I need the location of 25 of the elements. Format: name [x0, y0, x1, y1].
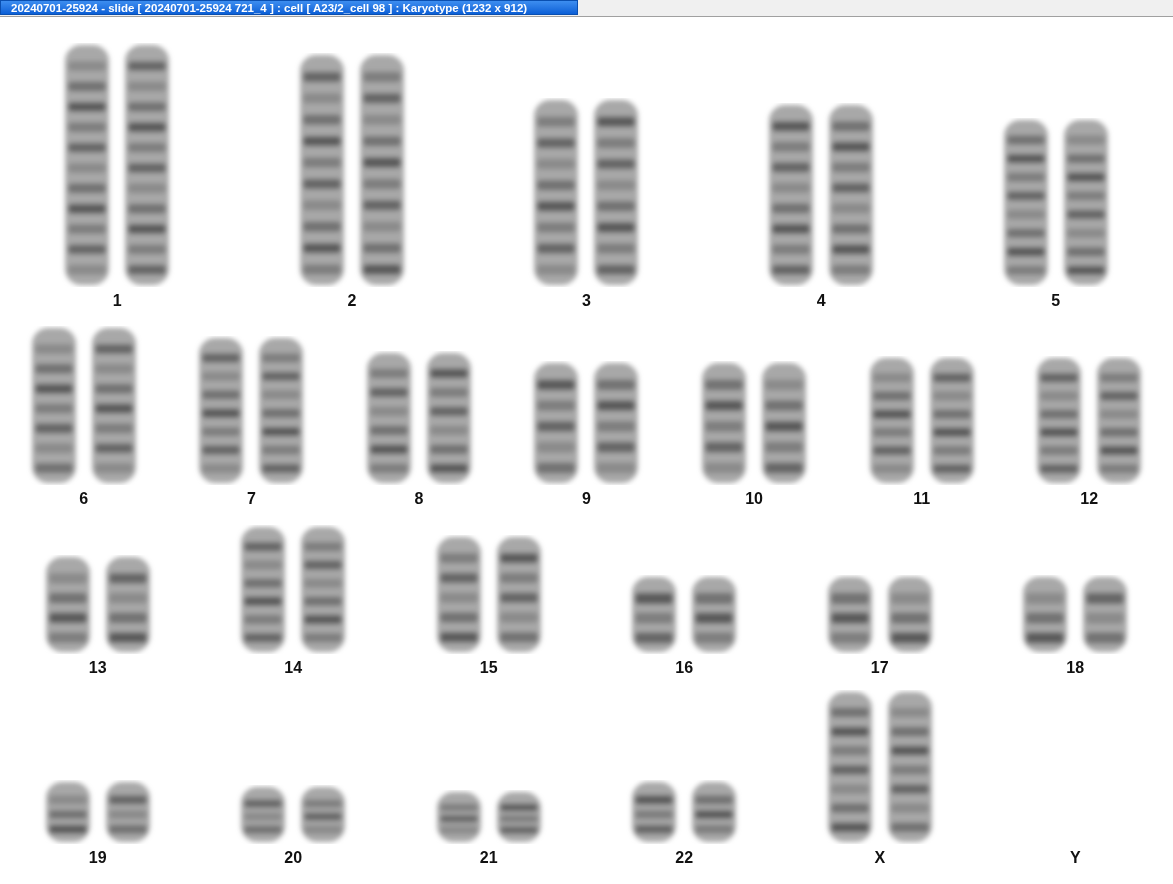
- chromosome-label: 9: [582, 489, 591, 509]
- chromosome-label: 8: [414, 489, 424, 509]
- chromosome-label: 2: [347, 291, 357, 311]
- chromosome-label: 14: [284, 658, 303, 678]
- chromosome-label: X: [874, 848, 886, 868]
- chromosome-label: 3: [582, 291, 591, 311]
- chromosome-label: 17: [870, 658, 889, 678]
- chromosome-label: 21: [479, 848, 498, 868]
- chromosome-label: 7: [246, 489, 256, 509]
- chromosome-label: 10: [745, 489, 763, 509]
- chromosome-label: 18: [1066, 658, 1085, 678]
- chromosome-label: 11: [913, 489, 931, 509]
- chromosome-label: 22: [675, 848, 694, 868]
- chromosome-label: Y: [1069, 848, 1081, 868]
- chromosome-label: 16: [675, 658, 694, 678]
- chromosome-label: 6: [79, 489, 89, 509]
- chromosome-label: 1: [112, 291, 122, 311]
- chromosome-label: 19: [88, 848, 107, 868]
- chromosome-label: 12: [1080, 489, 1099, 509]
- chromosome-label: 5: [1051, 291, 1061, 311]
- chromosome-label: 20: [284, 848, 303, 868]
- chromosome-label: 4: [816, 291, 826, 311]
- chromosome-label: 15: [479, 658, 498, 678]
- window-title: 20240701-25924 - slide [ 20240701-25924 721_4 ] : cell [ A23/2_cell 98 ] : Karyotype (1232 x 912): [0, 0, 578, 15]
- chromosome-label: 13: [88, 658, 107, 678]
